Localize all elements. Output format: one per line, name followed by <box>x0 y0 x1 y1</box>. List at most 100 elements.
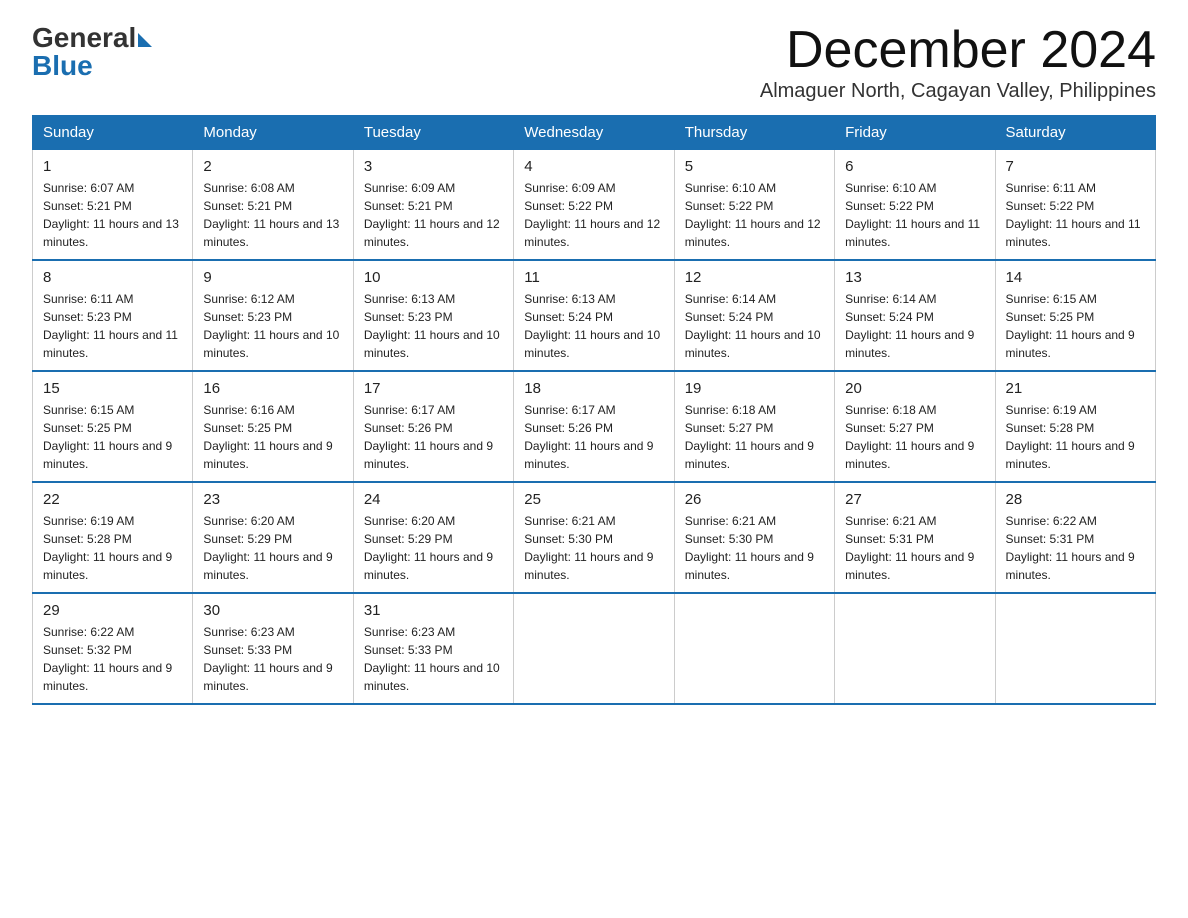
day-info: Sunrise: 6:20 AMSunset: 5:29 PMDaylight:… <box>364 512 503 584</box>
calendar-cell <box>995 593 1155 704</box>
day-info: Sunrise: 6:23 AMSunset: 5:33 PMDaylight:… <box>203 623 342 695</box>
header-friday: Friday <box>835 116 995 150</box>
day-number: 12 <box>685 269 824 286</box>
calendar-cell: 24 Sunrise: 6:20 AMSunset: 5:29 PMDayligh… <box>353 482 513 593</box>
day-info: Sunrise: 6:19 AMSunset: 5:28 PMDaylight:… <box>43 512 182 584</box>
location-subtitle: Almaguer North, Cagayan Valley, Philippi… <box>760 80 1156 103</box>
calendar-cell: 26 Sunrise: 6:21 AMSunset: 5:30 PMDayligh… <box>674 482 834 593</box>
calendar-cell: 3 Sunrise: 6:09 AMSunset: 5:21 PMDaylight… <box>353 150 513 261</box>
day-number: 4 <box>524 158 663 175</box>
calendar-cell: 8 Sunrise: 6:11 AMSunset: 5:23 PMDaylight… <box>33 260 193 371</box>
day-info: Sunrise: 6:18 AMSunset: 5:27 PMDaylight:… <box>685 401 824 473</box>
day-number: 9 <box>203 269 342 286</box>
calendar-cell: 21 Sunrise: 6:19 AMSunset: 5:28 PMDayligh… <box>995 371 1155 482</box>
day-info: Sunrise: 6:14 AMSunset: 5:24 PMDaylight:… <box>845 290 984 362</box>
day-number: 30 <box>203 602 342 619</box>
calendar-cell: 28 Sunrise: 6:22 AMSunset: 5:31 PMDayligh… <box>995 482 1155 593</box>
day-info: Sunrise: 6:21 AMSunset: 5:31 PMDaylight:… <box>845 512 984 584</box>
day-info: Sunrise: 6:17 AMSunset: 5:26 PMDaylight:… <box>524 401 663 473</box>
calendar-cell: 17 Sunrise: 6:17 AMSunset: 5:26 PMDayligh… <box>353 371 513 482</box>
day-number: 17 <box>364 380 503 397</box>
day-number: 21 <box>1006 380 1145 397</box>
day-number: 29 <box>43 602 182 619</box>
day-number: 23 <box>203 491 342 508</box>
day-number: 6 <box>845 158 984 175</box>
day-number: 11 <box>524 269 663 286</box>
day-info: Sunrise: 6:11 AMSunset: 5:23 PMDaylight:… <box>43 290 182 362</box>
day-number: 8 <box>43 269 182 286</box>
header-tuesday: Tuesday <box>353 116 513 150</box>
calendar-cell: 5 Sunrise: 6:10 AMSunset: 5:22 PMDaylight… <box>674 150 834 261</box>
page-header: General Blue December 2024 Almaguer Nort… <box>32 24 1156 103</box>
day-number: 1 <box>43 158 182 175</box>
day-info: Sunrise: 6:22 AMSunset: 5:31 PMDaylight:… <box>1006 512 1145 584</box>
calendar-cell: 18 Sunrise: 6:17 AMSunset: 5:26 PMDayligh… <box>514 371 674 482</box>
calendar-cell <box>514 593 674 704</box>
calendar-cell: 20Sunrise: 6:18 AMSunset: 5:27 PMDayligh… <box>835 371 995 482</box>
day-info: Sunrise: 6:21 AMSunset: 5:30 PMDaylight:… <box>524 512 663 584</box>
calendar-cell: 7 Sunrise: 6:11 AMSunset: 5:22 PMDaylight… <box>995 150 1155 261</box>
day-number: 26 <box>685 491 824 508</box>
calendar-cell: 23Sunrise: 6:20 AMSunset: 5:29 PMDayligh… <box>193 482 353 593</box>
day-info: Sunrise: 6:23 AMSunset: 5:33 PMDaylight:… <box>364 623 503 695</box>
day-info: Sunrise: 6:13 AMSunset: 5:23 PMDaylight:… <box>364 290 503 362</box>
calendar-cell: 11 Sunrise: 6:13 AMSunset: 5:24 PMDayligh… <box>514 260 674 371</box>
calendar-cell: 10 Sunrise: 6:13 AMSunset: 5:23 PMDayligh… <box>353 260 513 371</box>
calendar-week-row: 1Sunrise: 6:07 AMSunset: 5:21 PMDaylight… <box>33 150 1156 261</box>
day-info: Sunrise: 6:09 AMSunset: 5:21 PMDaylight:… <box>364 179 503 251</box>
day-info: Sunrise: 6:19 AMSunset: 5:28 PMDaylight:… <box>1006 401 1145 473</box>
calendar-cell: 1Sunrise: 6:07 AMSunset: 5:21 PMDaylight… <box>33 150 193 261</box>
day-info: Sunrise: 6:14 AMSunset: 5:24 PMDaylight:… <box>685 290 824 362</box>
day-info: Sunrise: 6:17 AMSunset: 5:26 PMDaylight:… <box>364 401 503 473</box>
header-saturday: Saturday <box>995 116 1155 150</box>
day-info: Sunrise: 6:10 AMSunset: 5:22 PMDaylight:… <box>845 179 984 251</box>
calendar-week-row: 29 Sunrise: 6:22 AMSunset: 5:32 PMDayligh… <box>33 593 1156 704</box>
calendar-cell: 25Sunrise: 6:21 AMSunset: 5:30 PMDayligh… <box>514 482 674 593</box>
calendar-cell: 2 Sunrise: 6:08 AMSunset: 5:21 PMDaylight… <box>193 150 353 261</box>
calendar-cell: 4 Sunrise: 6:09 AMSunset: 5:22 PMDaylight… <box>514 150 674 261</box>
logo-blue-text: Blue <box>32 50 93 82</box>
day-info: Sunrise: 6:15 AMSunset: 5:25 PMDaylight:… <box>1006 290 1145 362</box>
calendar-week-row: 22 Sunrise: 6:19 AMSunset: 5:28 PMDayligh… <box>33 482 1156 593</box>
day-info: Sunrise: 6:13 AMSunset: 5:24 PMDaylight:… <box>524 290 663 362</box>
day-number: 27 <box>845 491 984 508</box>
calendar-cell: 12 Sunrise: 6:14 AMSunset: 5:24 PMDayligh… <box>674 260 834 371</box>
day-number: 10 <box>364 269 503 286</box>
calendar-cell: 16Sunrise: 6:16 AMSunset: 5:25 PMDayligh… <box>193 371 353 482</box>
calendar-cell: 29 Sunrise: 6:22 AMSunset: 5:32 PMDayligh… <box>33 593 193 704</box>
day-number: 7 <box>1006 158 1145 175</box>
day-number: 3 <box>364 158 503 175</box>
day-number: 19 <box>685 380 824 397</box>
calendar-cell: 9 Sunrise: 6:12 AMSunset: 5:23 PMDaylight… <box>193 260 353 371</box>
header-thursday: Thursday <box>674 116 834 150</box>
calendar-cell: 14 Sunrise: 6:15 AMSunset: 5:25 PMDayligh… <box>995 260 1155 371</box>
day-info: Sunrise: 6:21 AMSunset: 5:30 PMDaylight:… <box>685 512 824 584</box>
day-number: 28 <box>1006 491 1145 508</box>
calendar-week-row: 8 Sunrise: 6:11 AMSunset: 5:23 PMDaylight… <box>33 260 1156 371</box>
calendar-cell: 6 Sunrise: 6:10 AMSunset: 5:22 PMDaylight… <box>835 150 995 261</box>
day-number: 14 <box>1006 269 1145 286</box>
logo-general-text: General <box>32 24 136 52</box>
day-number: 31 <box>364 602 503 619</box>
calendar-header-row: SundayMondayTuesdayWednesdayThursdayFrid… <box>33 116 1156 150</box>
day-info: Sunrise: 6:22 AMSunset: 5:32 PMDaylight:… <box>43 623 182 695</box>
day-number: 15 <box>43 380 182 397</box>
day-info: Sunrise: 6:12 AMSunset: 5:23 PMDaylight:… <box>203 290 342 362</box>
month-title: December 2024 <box>760 24 1156 76</box>
calendar-cell: 31 Sunrise: 6:23 AMSunset: 5:33 PMDayligh… <box>353 593 513 704</box>
calendar-cell: 30 Sunrise: 6:23 AMSunset: 5:33 PMDayligh… <box>193 593 353 704</box>
day-number: 22 <box>43 491 182 508</box>
day-number: 2 <box>203 158 342 175</box>
day-info: Sunrise: 6:10 AMSunset: 5:22 PMDaylight:… <box>685 179 824 251</box>
day-info: Sunrise: 6:09 AMSunset: 5:22 PMDaylight:… <box>524 179 663 251</box>
day-info: Sunrise: 6:08 AMSunset: 5:21 PMDaylight:… <box>203 179 342 251</box>
day-number: 18 <box>524 380 663 397</box>
day-number: 16 <box>203 380 342 397</box>
calendar-cell: 15Sunrise: 6:15 AMSunset: 5:25 PMDayligh… <box>33 371 193 482</box>
calendar-cell <box>674 593 834 704</box>
day-number: 24 <box>364 491 503 508</box>
day-number: 20 <box>845 380 984 397</box>
day-number: 5 <box>685 158 824 175</box>
day-info: Sunrise: 6:11 AMSunset: 5:22 PMDaylight:… <box>1006 179 1145 251</box>
calendar-cell: 27 Sunrise: 6:21 AMSunset: 5:31 PMDayligh… <box>835 482 995 593</box>
